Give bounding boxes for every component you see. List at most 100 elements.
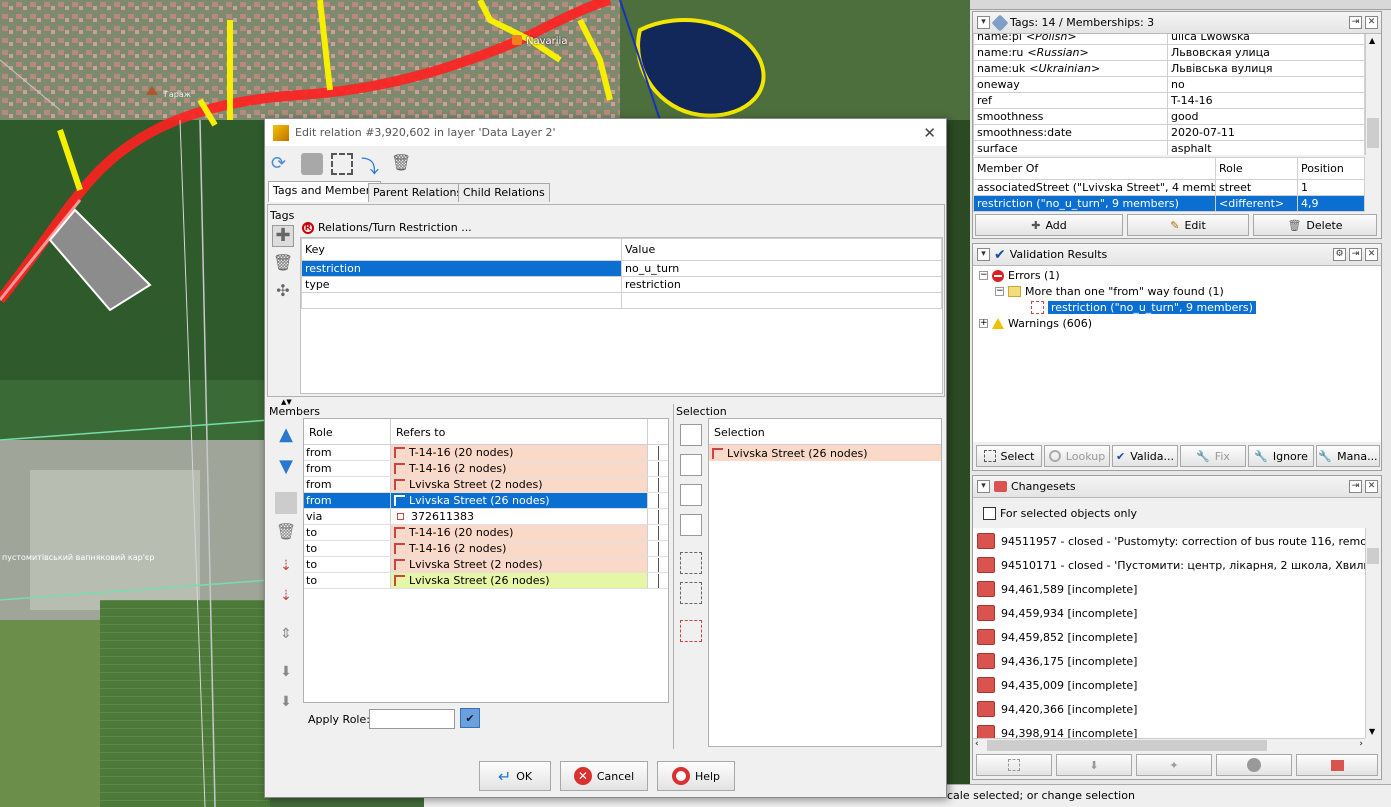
member-refers-cell[interactable]: 372611383 [391,509,648,524]
ignore-button[interactable]: 🔧 Ignore [1248,445,1314,467]
collapse-icon[interactable]: ▾ [977,16,990,29]
tag-row-selected[interactable]: restriction no_u_turn [301,260,942,277]
member-role-cell[interactable]: to [304,573,391,588]
reverse-members-icon[interactable]: ⇕ [275,626,297,648]
download-button[interactable]: ⬇ [1056,754,1132,776]
delete-tag-icon[interactable]: 🗑 [272,253,294,275]
tag-row[interactable]: name:uk <Ukrainian> Львівська вулиця [973,60,1365,77]
edit-button[interactable]: ✎ Edit [1127,214,1249,236]
member-row[interactable]: to T-14-16 (20 nodes) [304,525,668,541]
preset-link[interactable]: R Relations/Turn Restriction ... [302,221,472,234]
add-at-end-icon[interactable] [680,514,702,536]
changeset-item[interactable]: 94,435,009 [incomplete] [977,674,1137,696]
select-members-icon[interactable] [331,153,353,175]
member-refers-cell[interactable]: T-14-16 (20 nodes) [391,525,648,540]
delete-button[interactable]: 🗑 Delete [1253,214,1377,236]
member-refers-cell[interactable]: Lvivska Street (2 nodes) [391,557,648,572]
member-row[interactable]: from T-14-16 (20 nodes) [304,445,668,461]
tag-value-cell[interactable]: T-14-16 [1167,92,1365,109]
selection-header[interactable]: Selection [709,419,941,445]
settings-icon[interactable]: ⚙ [1333,248,1346,261]
download-selected-icon[interactable]: ⬇ [275,694,297,716]
refresh-icon[interactable]: ⟳ [271,153,293,175]
warnings-node[interactable]: + Warnings (606) [979,317,1092,330]
member-role-cell[interactable]: to [304,525,391,540]
selection-row[interactable]: Lvivska Street (26 nodes) [709,445,941,461]
member-refers-cell[interactable]: Lvivska Street (26 nodes) [391,573,648,588]
validate-button[interactable]: ✔ Valida... [1112,445,1178,467]
paste-tags-icon[interactable]: ✣ [272,281,294,303]
dialog-title-bar[interactable]: Edit relation #3,920,602 in layer 'Data … [265,119,946,146]
tag-key-cell[interactable]: oneway [973,76,1168,93]
member-role-cell[interactable]: to [304,557,391,572]
tags-scrollbar[interactable]: ▲ [1365,34,1380,155]
errors-node[interactable]: − Errors (1) [979,269,1060,282]
tag-key-cell[interactable] [301,292,622,309]
sort-members-icon[interactable]: ⇣ [275,558,297,580]
tag-key-cell[interactable]: name:pl <Polish> [973,34,1168,45]
changeset-item[interactable]: 94,398,914 [incomplete] [977,722,1137,738]
changeset-item[interactable]: 94,459,852 [incomplete] [977,626,1137,648]
checkbox-box[interactable] [983,507,996,520]
changeset-item[interactable]: 94510171 - closed - 'Пустомити: центр, л… [977,554,1365,576]
tag-row[interactable]: oneway no [973,76,1365,93]
tag-value-cell[interactable]: restriction [621,276,942,293]
tag-key-cell[interactable]: name:ru <Russian> [973,44,1168,61]
changeset-manager-button[interactable]: ✦ [1136,754,1212,776]
tag-value-cell[interactable]: Львовская улица [1167,44,1365,61]
member-row[interactable]: via 372611383 [304,509,668,525]
cancel-button[interactable]: ✕ Cancel [560,761,648,791]
membership-row[interactable]: associatedStreet ("Lvivska Street", 4 me… [973,179,1365,196]
collapse-icon[interactable]: ▾ [977,480,990,493]
error-group-node[interactable]: − More than one "from" way found (1) [995,285,1224,298]
tag-value-cell[interactable]: no_u_turn [621,260,942,277]
ok-button[interactable]: ↵ OK [479,761,551,791]
role-header[interactable]: Role [304,419,391,444]
tag-value-cell[interactable]: Львівська вулиця [1167,60,1365,77]
tag-value-cell[interactable]: no [1167,76,1365,93]
member-role-cell[interactable]: from [304,493,391,508]
help-button[interactable]: Help [657,761,735,791]
zoom-to-relation-icon[interactable]: ⤵ [361,153,383,178]
remove-member-icon[interactable]: 🗑 [275,522,297,544]
tab-parent-relations[interactable]: Parent Relations [368,183,468,202]
selected-only-checkbox[interactable]: For selected objects only [983,507,1137,520]
key-header[interactable]: Key [301,238,622,261]
collapse-icon[interactable]: ▾ [977,248,990,261]
member-refers-cell[interactable]: T-14-16 (2 nodes) [391,461,648,476]
tag-row[interactable]: ref T-14-16 [973,92,1365,109]
tag-value-cell[interactable]: ulica Lwowska [1167,34,1365,45]
dock-icon[interactable]: ⇥ [1349,16,1362,29]
tag-row[interactable]: type restriction [301,276,942,293]
tag-value-cell[interactable]: 2020-07-11 [1167,124,1365,141]
member-refers-cell[interactable]: T-14-16 (20 nodes) [391,445,648,460]
refers-to-header[interactable]: Refers to [391,419,648,444]
tag-key-cell[interactable]: ref [973,92,1168,109]
add-before-icon[interactable] [680,454,702,476]
apply-role-input[interactable] [369,709,455,729]
changeset-select-button[interactable] [976,754,1052,776]
member-role-cell[interactable]: from [304,445,391,460]
member-refers-cell[interactable]: T-14-16 (2 nodes) [391,541,648,556]
member-refers-cell[interactable]: Lvivska Street (26 nodes) [391,493,648,508]
apply-role-button[interactable]: ✔ [460,708,480,728]
download-incomplete-icon[interactable]: ⬇ [275,664,297,686]
tag-row[interactable]: name:pl <Polish> ulica Lwowska [973,34,1365,45]
tag-row[interactable]: smoothness good [973,108,1365,125]
changeset-item[interactable]: 94,420,366 [incomplete] [977,698,1137,720]
delete-relation-icon[interactable]: 🗑 [391,153,413,175]
changeset-item[interactable]: 94,461,589 [incomplete] [977,578,1137,600]
member-row[interactable]: from T-14-16 (2 nodes) [304,461,668,477]
changeset-item[interactable]: 94,459,934 [incomplete] [977,602,1137,624]
member-role-cell[interactable]: from [304,477,391,492]
close-icon[interactable]: ✕ [1365,480,1378,493]
member-row[interactable]: to Lvivska Street (2 nodes) [304,557,668,573]
member-of-header[interactable]: Member Of [973,157,1216,180]
select-members-icon[interactable] [680,582,702,604]
value-header[interactable]: Value [621,238,942,261]
select-in-relation-icon[interactable] [680,552,702,574]
add-at-start-icon[interactable] [680,424,702,446]
dock-icon[interactable]: ⇥ [1349,480,1362,493]
tag-value-cell[interactable]: asphalt [1167,140,1365,155]
remove-selected-icon[interactable] [680,620,702,642]
